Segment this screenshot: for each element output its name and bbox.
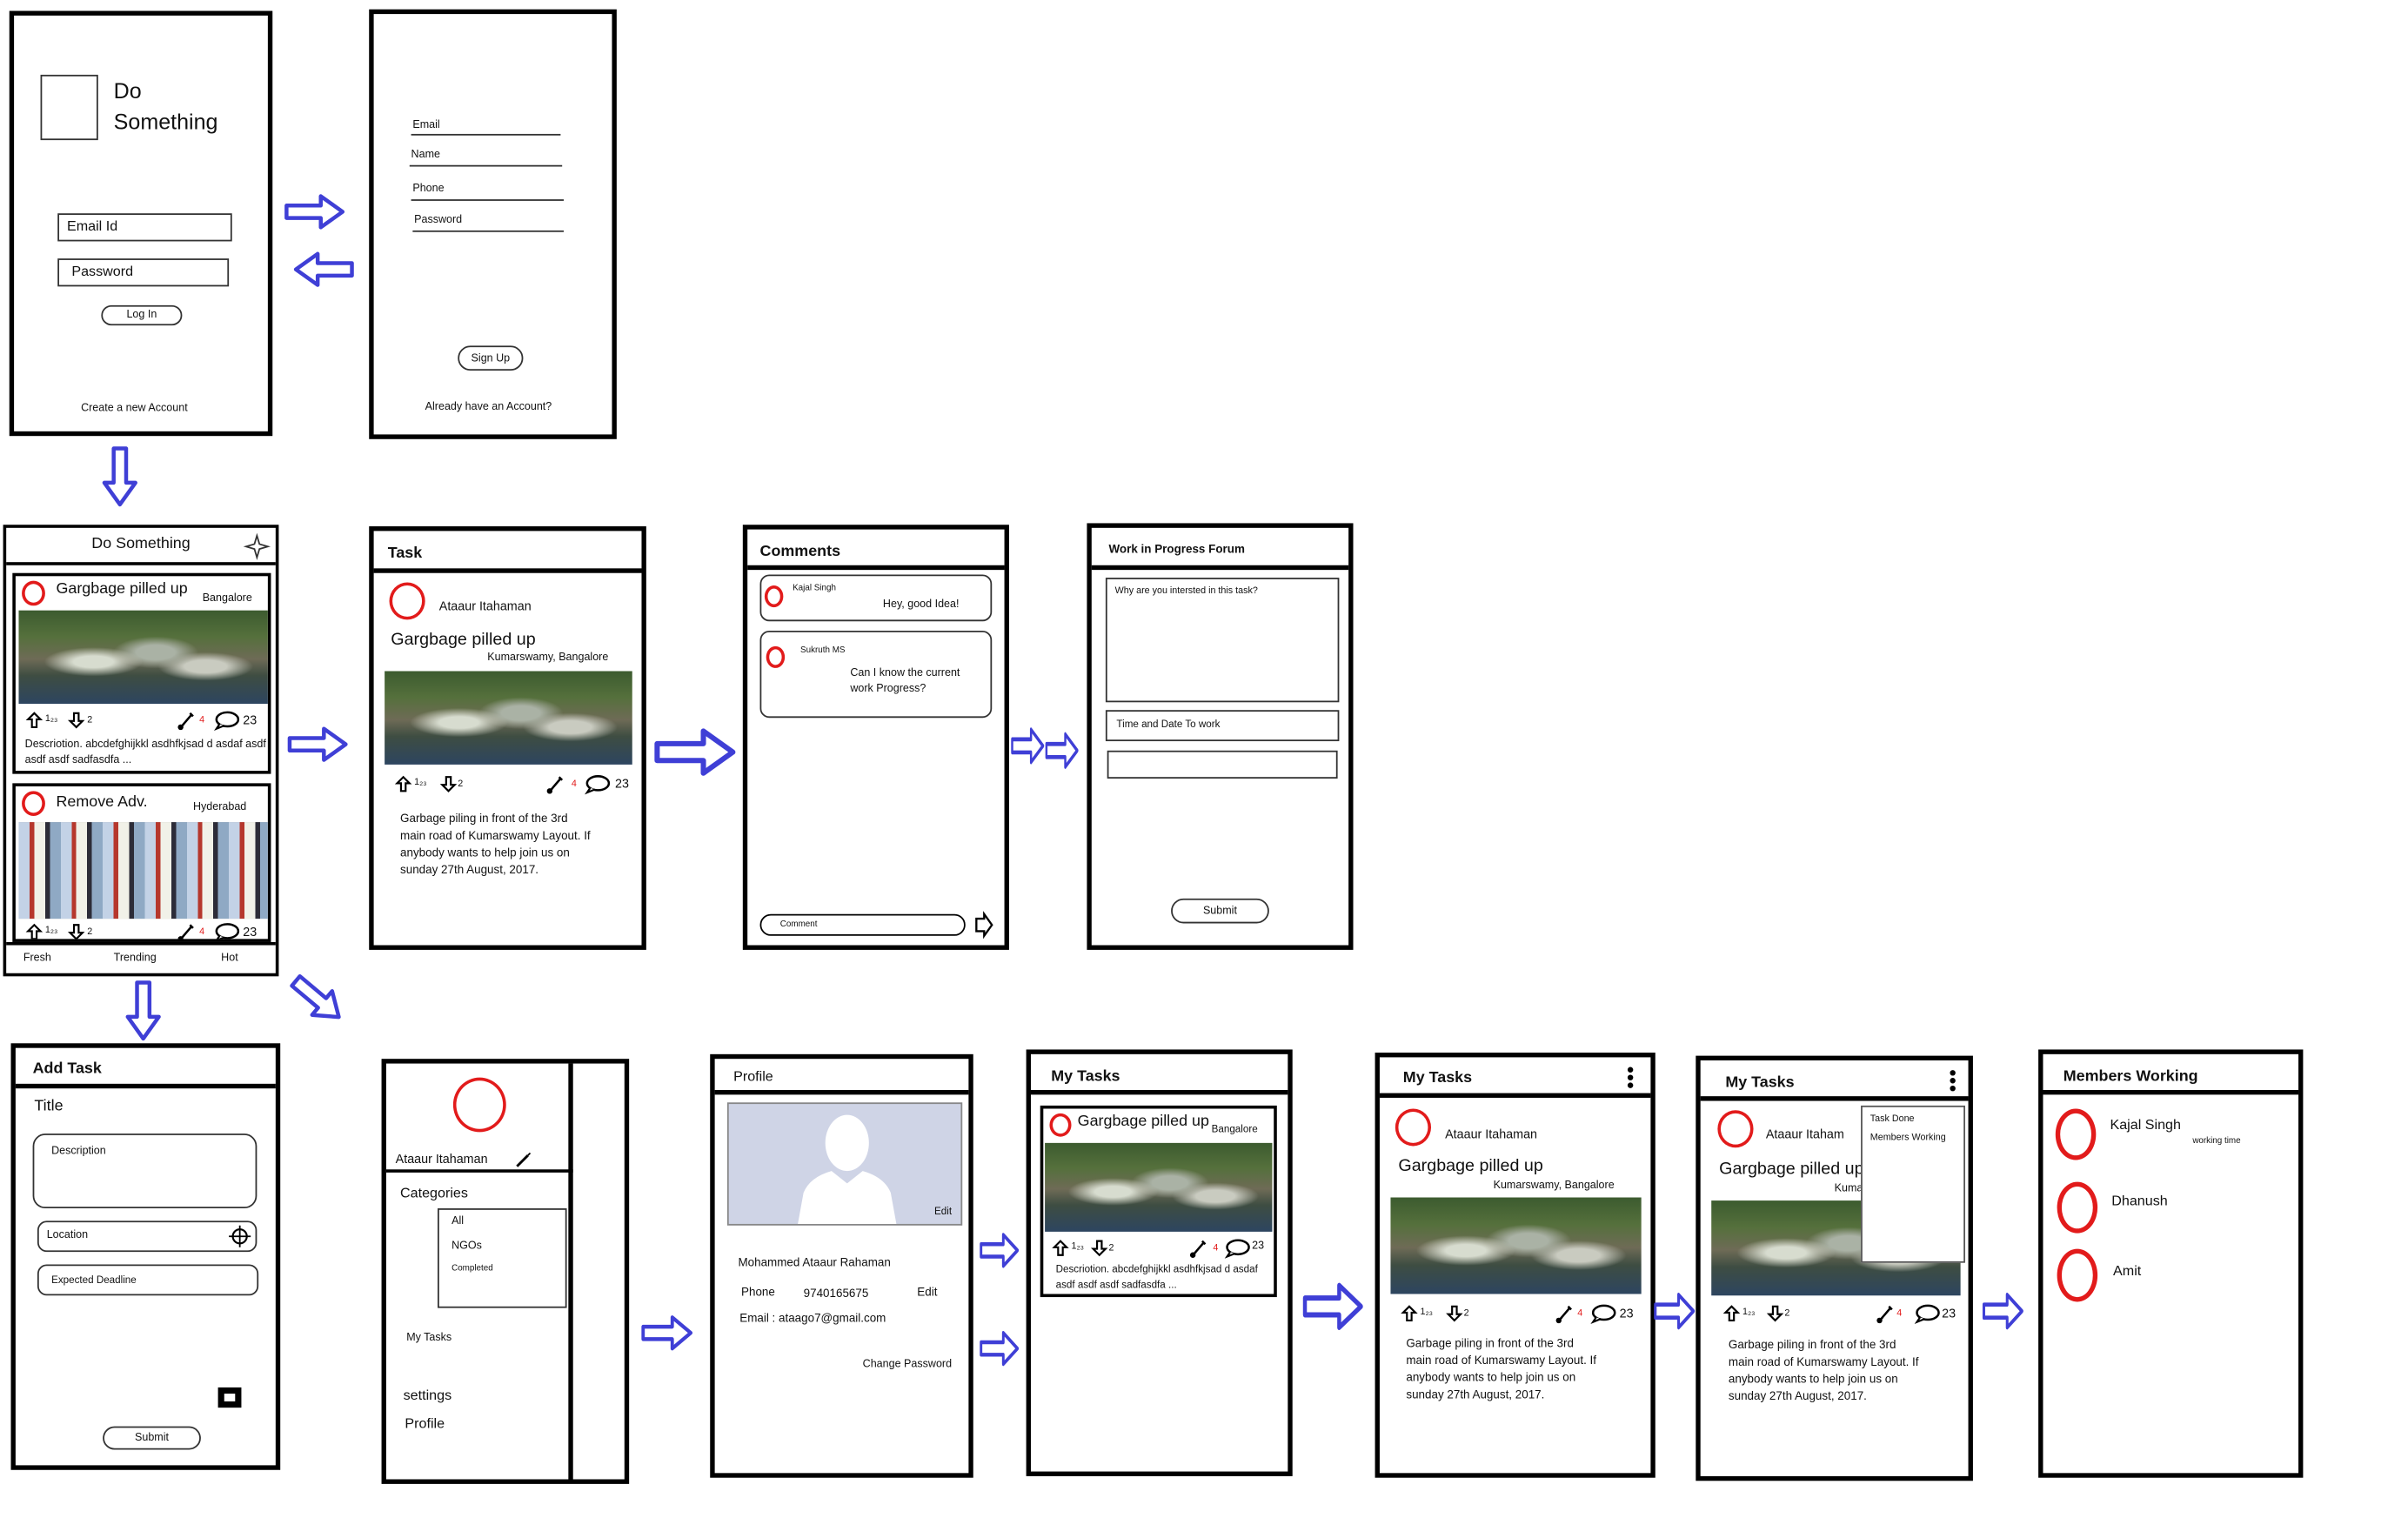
arrow-detail-to-menu [1656, 1294, 1694, 1327]
arrow-comments-to-wip-2 [1047, 734, 1077, 767]
arrow-feed-to-task [290, 729, 345, 760]
arrow-comments-to-wip-1 [1013, 730, 1043, 763]
arrow-login-to-feed [104, 449, 136, 505]
arrow-feed-to-drawer [286, 969, 349, 1029]
arrow-login-to-signup [286, 197, 342, 228]
arrow-feed-to-addtask [128, 982, 159, 1038]
arrow-profile-to-mytasks-1 [981, 1234, 1018, 1266]
arrow-signup-to-login [296, 254, 351, 285]
arrow-drawer-to-profile [643, 1317, 691, 1348]
arrow-menu-to-members [1983, 1294, 2022, 1327]
arrow-profile-to-mytasks-2 [981, 1333, 1018, 1364]
arrow-task-to-comments [657, 731, 732, 772]
arrow-mytasks-to-detail [1305, 1286, 1361, 1327]
flow-arrows [0, 0, 2407, 1535]
